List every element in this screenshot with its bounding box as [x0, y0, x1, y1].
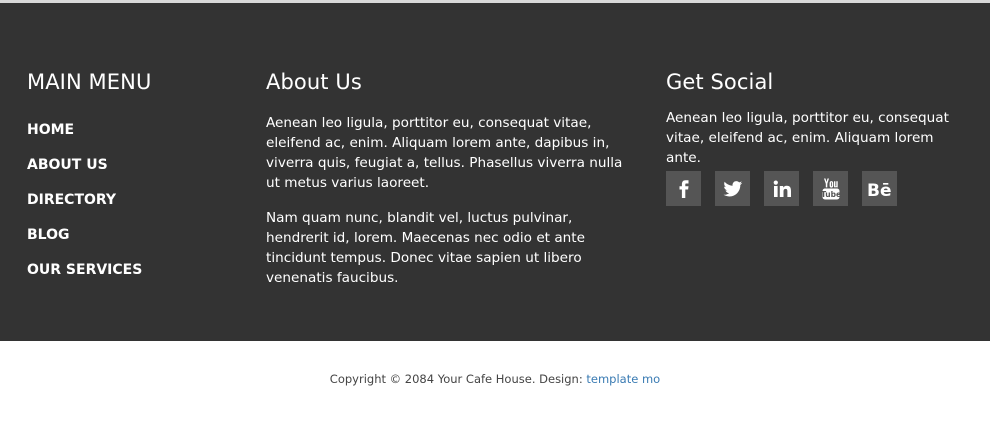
menu-item-about-us[interactable]: ABOUT US	[27, 155, 142, 190]
social-text: Aenean leo ligula, porttitor eu, consequ…	[666, 110, 949, 166]
youtube-icon[interactable]: Tube	[813, 171, 848, 206]
social-title: Get Social	[666, 70, 774, 94]
about-title: About Us	[266, 70, 362, 94]
facebook-icon[interactable]	[666, 171, 701, 206]
social-icons: Tube Bē	[666, 171, 911, 206]
svg-text:Bē: Bē	[867, 181, 892, 198]
menu-item-directory[interactable]: DIRECTORY	[27, 190, 142, 225]
about-paragraph-2: Nam quam nunc, blandit vel, luctus pulvi…	[266, 210, 585, 286]
menu-item-home[interactable]: HOME	[27, 120, 142, 155]
copyright: Copyright © 2084 Your Cafe House. Design…	[0, 372, 990, 386]
copyright-text: Copyright © 2084 Your Cafe House. Design…	[329, 372, 587, 386]
about-paragraph-1: Aenean leo ligula, porttitor eu, consequ…	[266, 115, 623, 191]
main-menu-title: MAIN MENU	[27, 70, 152, 94]
main-menu-list: HOME ABOUT US DIRECTORY BLOG OUR SERVICE…	[27, 120, 142, 295]
menu-item-our-services[interactable]: OUR SERVICES	[27, 260, 142, 295]
footer: MAIN MENU HOME ABOUT US DIRECTORY BLOG O…	[0, 3, 990, 341]
twitter-icon[interactable]	[715, 171, 750, 206]
svg-text:Tube: Tube	[822, 190, 840, 199]
linkedin-icon[interactable]	[764, 171, 799, 206]
designer-link[interactable]: template mo	[586, 372, 660, 386]
menu-item-blog[interactable]: BLOG	[27, 225, 142, 260]
behance-icon[interactable]: Bē	[862, 171, 897, 206]
